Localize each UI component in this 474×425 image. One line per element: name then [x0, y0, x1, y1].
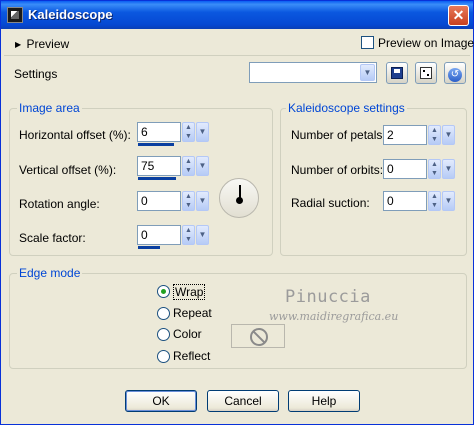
scale-factor-slider[interactable]: [138, 246, 160, 249]
edge-mode-label-wrap: Wrap: [173, 284, 206, 300]
number-of-petals-input[interactable]: 2: [383, 125, 427, 145]
rotation-angle-label: Rotation angle:: [19, 197, 100, 211]
spin-arrows-icon[interactable]: ▲ ▼: [428, 125, 441, 145]
chevron-down-icon[interactable]: ▼: [442, 159, 455, 179]
edge-color-swatch[interactable]: [231, 324, 285, 348]
spin-arrows-icon[interactable]: ▲ ▼: [182, 225, 195, 245]
chevron-down-icon[interactable]: ▼: [360, 64, 375, 81]
horizontal-offset-input[interactable]: 6: [137, 122, 181, 142]
spin-arrows-icon[interactable]: ▲ ▼: [182, 156, 195, 176]
scale-factor-label: Scale factor:: [19, 231, 86, 245]
edge-mode-radio-color[interactable]: [157, 328, 170, 341]
dice-randomize-icon: [420, 67, 432, 79]
kaleidoscope-settings-title: Kaleidoscope settings: [286, 101, 407, 115]
rotation-angle-input[interactable]: 0: [137, 191, 181, 211]
horizontal-offset-slider[interactable]: [138, 143, 174, 146]
preview-toggle[interactable]: ▶ Preview: [15, 37, 69, 51]
no-color-icon: [250, 328, 268, 346]
chevron-down-icon[interactable]: ▼: [442, 191, 455, 211]
ok-button[interactable]: OK: [125, 390, 197, 412]
randomize-button[interactable]: [415, 62, 437, 84]
dial-hub: [236, 197, 243, 204]
watermark-name: Pinuccia: [285, 287, 371, 307]
triangle-right-icon: ▶: [15, 40, 22, 49]
rotation-dial[interactable]: [219, 178, 259, 218]
settings-dropdown[interactable]: ▼: [249, 62, 377, 83]
radial-suction-spinner[interactable]: 0 ▲ ▼ ▼: [383, 191, 455, 215]
radial-suction-input[interactable]: 0: [383, 191, 427, 211]
reset-button[interactable]: ↺: [444, 62, 466, 84]
spin-arrows-icon[interactable]: ▲ ▼: [428, 159, 441, 179]
edge-mode-radio-wrap[interactable]: [157, 285, 170, 298]
vertical-offset-input[interactable]: 75: [137, 156, 181, 176]
spin-arrows-icon[interactable]: ▲ ▼: [428, 191, 441, 211]
spin-arrows-icon[interactable]: ▲ ▼: [182, 191, 195, 211]
horizontal-offset-spinner[interactable]: 6 ▲ ▼ ▼: [137, 122, 209, 146]
image-area-title: Image area: [17, 101, 82, 115]
watermark-url: www.maidiregrafica.eu: [269, 310, 399, 323]
number-of-orbits-input[interactable]: 0: [383, 159, 427, 179]
cancel-button[interactable]: Cancel: [207, 390, 279, 412]
chevron-down-icon[interactable]: ▼: [196, 156, 209, 176]
preview-toggle-label: Preview: [26, 37, 70, 51]
chevron-down-icon[interactable]: ▼: [196, 122, 209, 142]
edge-mode-label-repeat: Repeat: [173, 306, 212, 320]
edge-mode-radio-repeat[interactable]: [157, 307, 170, 320]
number-of-orbits-label: Number of orbits:: [291, 163, 384, 177]
vertical-offset-slider[interactable]: [138, 177, 176, 180]
vertical-offset-spinner[interactable]: 75 ▲ ▼ ▼: [137, 156, 209, 180]
edge-mode-group: [9, 273, 467, 369]
edge-mode-radio-reflect[interactable]: [157, 350, 170, 363]
top-divider: [4, 55, 470, 56]
chevron-down-icon[interactable]: ▼: [196, 225, 209, 245]
edge-mode-label-color: Color: [173, 327, 202, 341]
number-of-petals-spinner[interactable]: 2 ▲ ▼ ▼: [383, 125, 455, 149]
window-title: Kaleidoscope: [28, 7, 113, 22]
save-preset-button[interactable]: [386, 62, 408, 84]
reset-undo-icon: ↺: [448, 68, 462, 82]
floppy-save-icon: [391, 67, 403, 79]
rotation-angle-spinner[interactable]: 0 ▲ ▼ ▼: [137, 191, 209, 215]
number-of-orbits-spinner[interactable]: 0 ▲ ▼ ▼: [383, 159, 455, 183]
vertical-offset-label: Vertical offset (%):: [19, 163, 117, 177]
chevron-down-icon[interactable]: ▼: [442, 125, 455, 145]
horizontal-offset-label: Horizontal offset (%):: [19, 128, 131, 142]
spin-arrows-icon[interactable]: ▲ ▼: [182, 122, 195, 142]
chevron-down-icon[interactable]: ▼: [196, 191, 209, 211]
close-button[interactable]: ✕: [448, 5, 469, 26]
radial-suction-label: Radial suction:: [291, 196, 370, 210]
kaleidoscope-app-icon: [7, 7, 23, 23]
settings-label: Settings: [14, 67, 58, 81]
scale-factor-input[interactable]: 0: [137, 225, 181, 245]
edge-mode-label-reflect: Reflect: [173, 349, 211, 363]
preview-on-image-checkbox[interactable]: [361, 36, 374, 49]
number-of-petals-label: Number of petals:: [291, 128, 386, 142]
edge-mode-title: Edge mode: [17, 266, 83, 280]
help-button[interactable]: Help: [288, 390, 360, 412]
kaleidoscope-dialog: Kaleidoscope ✕ ▶ Preview Preview on Imag…: [0, 0, 474, 425]
preview-on-image-label: Preview on Image: [378, 36, 474, 50]
scale-factor-spinner[interactable]: 0 ▲ ▼ ▼: [137, 225, 209, 249]
title-bar[interactable]: Kaleidoscope ✕: [1, 1, 473, 29]
